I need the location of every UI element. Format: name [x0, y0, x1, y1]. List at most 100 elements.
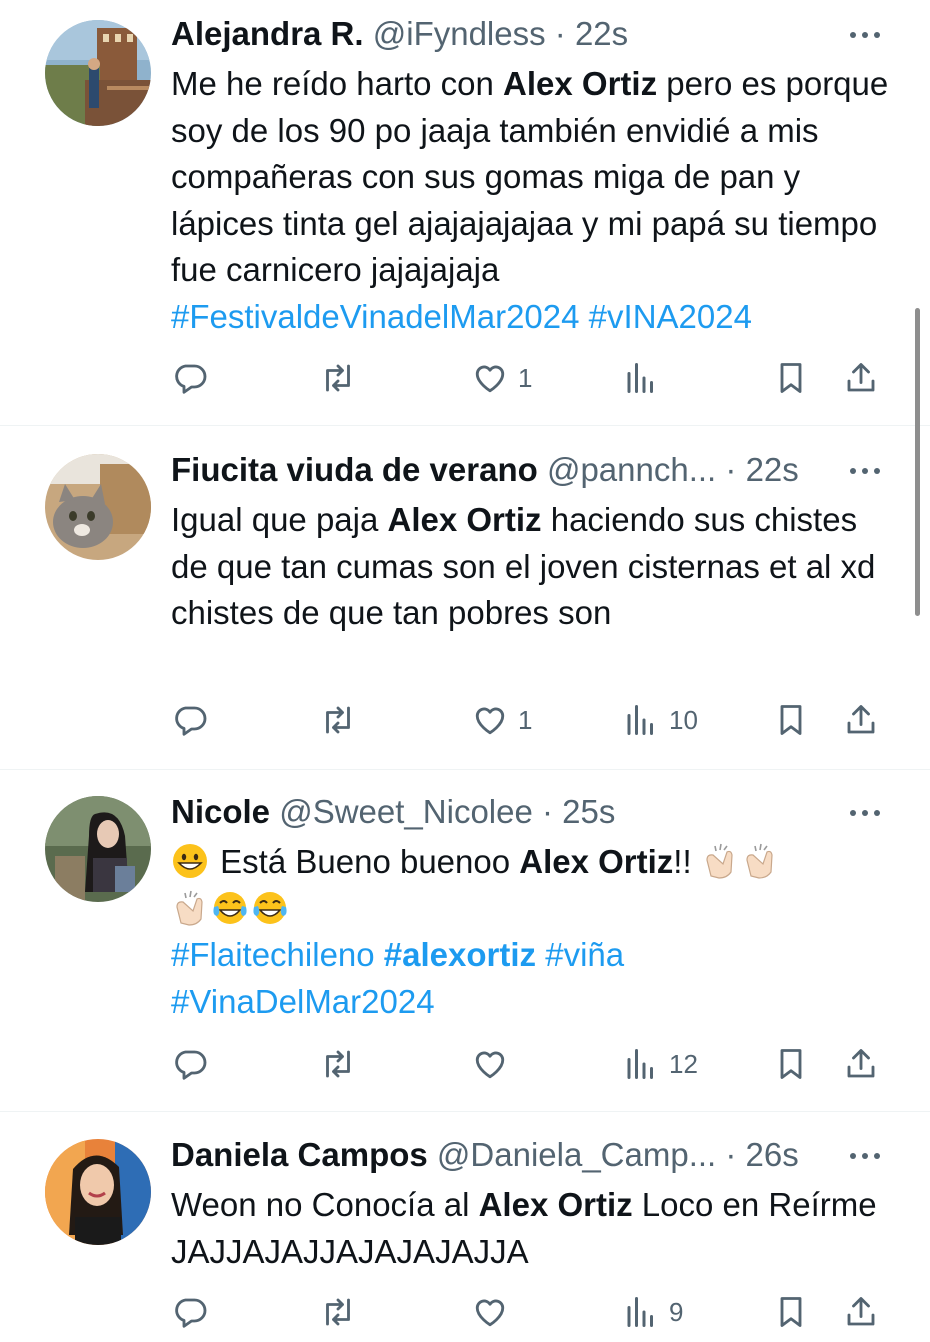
share-button[interactable]	[843, 1042, 879, 1086]
views-button[interactable]	[623, 356, 669, 400]
view-count: 10	[669, 704, 698, 735]
more-button[interactable]	[848, 798, 882, 828]
avatar[interactable]	[45, 454, 151, 560]
reply-button[interactable]	[172, 1290, 208, 1334]
author-name[interactable]: Alejandra R.	[171, 15, 364, 52]
reply-button[interactable]	[172, 698, 208, 742]
bookmark-button[interactable]	[773, 356, 809, 400]
views-button[interactable]: 10	[623, 698, 698, 742]
hashtag[interactable]: #VinaDelMar2024	[171, 983, 435, 1020]
text-segment: Está Bueno buenoo	[211, 843, 520, 880]
clapping-hands-emoji	[171, 889, 209, 927]
timestamp[interactable]: 25s	[562, 793, 615, 830]
retweet-icon	[326, 1298, 350, 1326]
action-bar: 1	[0, 356, 930, 400]
tweet-4[interactable]: Daniela Campos @Daniela_Camp... · 26s We…	[0, 1112, 930, 1342]
clapping-hands-emoji	[701, 842, 739, 880]
bookmark-icon	[780, 705, 802, 735]
share-icon	[847, 1049, 875, 1078]
more-button[interactable]	[848, 20, 882, 50]
author-name[interactable]: Nicole	[171, 793, 270, 830]
retweet-button[interactable]	[320, 1042, 356, 1086]
author-handle[interactable]: @pannch...	[547, 451, 716, 488]
reply-icon	[175, 1298, 207, 1328]
more-icon	[850, 1153, 880, 1159]
views-icon	[627, 1049, 653, 1079]
avatar[interactable]	[45, 20, 151, 126]
mention-bold: Alex Ortiz	[519, 843, 674, 880]
author-handle[interactable]: @Sweet_Nicolee	[279, 793, 533, 830]
hashtag[interactable]: #viña	[545, 936, 624, 973]
scrollbar[interactable]	[915, 308, 920, 616]
tweet-text: Está Bueno buenoo Alex Ortiz!! #Flaitech…	[171, 839, 891, 1025]
bookmark-button[interactable]	[773, 1290, 809, 1334]
tears-of-joy-emoji	[251, 889, 289, 927]
retweet-button[interactable]	[320, 1290, 356, 1334]
bookmark-button[interactable]	[773, 1042, 809, 1086]
timestamp[interactable]: 26s	[746, 1136, 799, 1173]
more-icon	[850, 468, 880, 474]
action-bar: 12	[0, 1042, 930, 1086]
view-count: 9	[669, 1296, 684, 1327]
author-handle[interactable]: @Daniela_Camp...	[437, 1136, 716, 1173]
separator: ·	[716, 451, 746, 488]
tweet-text: Weon no Conocía al Alex Ortiz Loco en Re…	[171, 1182, 891, 1275]
share-icon	[847, 1297, 875, 1326]
text-segment: Me he reído harto con	[171, 65, 504, 102]
share-button[interactable]	[843, 1290, 879, 1334]
like-count: 1	[518, 704, 533, 735]
bookmark-button[interactable]	[773, 698, 809, 742]
reply-button[interactable]	[172, 356, 208, 400]
author-handle[interactable]: @iFyndless	[373, 15, 546, 52]
views-icon	[627, 1297, 653, 1327]
hashtag[interactable]: #FestivaldeVinadelMar2024	[171, 298, 580, 335]
heart-icon	[475, 1051, 505, 1079]
reply-icon	[175, 1050, 207, 1080]
tweet-header: Alejandra R. @iFyndless · 22s	[171, 14, 628, 54]
bookmark-icon	[780, 1049, 802, 1079]
retweet-button[interactable]	[320, 356, 356, 400]
separator: ·	[532, 793, 563, 830]
mention-bold: Alex Ortiz	[478, 1186, 633, 1223]
avatar[interactable]	[45, 1139, 151, 1245]
hashtag[interactable]: #Flaitechileno	[171, 936, 375, 973]
text-segment: !!	[673, 843, 701, 880]
author-name[interactable]: Daniela Campos	[171, 1136, 428, 1173]
tweet-header: Daniela Campos @Daniela_Camp... · 26s	[171, 1135, 799, 1175]
tweet-text: Me he reído harto con Alex Ortiz pero es…	[171, 61, 891, 340]
avatar[interactable]	[45, 796, 151, 902]
share-button[interactable]	[843, 698, 879, 742]
retweet-button[interactable]	[320, 698, 356, 742]
more-button[interactable]	[848, 456, 882, 486]
text-segment: Weon no Conocía al	[171, 1186, 479, 1223]
more-button[interactable]	[848, 1141, 882, 1171]
share-icon	[847, 705, 875, 734]
hashtag[interactable]: #vINA2024	[589, 298, 752, 335]
share-button[interactable]	[843, 356, 879, 400]
like-button[interactable]: 1	[472, 356, 532, 400]
views-button[interactable]: 12	[623, 1042, 698, 1086]
action-bar: 1 10	[0, 698, 930, 742]
tweet-3[interactable]: Nicole @Sweet_Nicolee · 25s Está Bueno b…	[0, 770, 930, 1111]
views-icon	[627, 705, 653, 735]
tweet-2[interactable]: Fiucita viuda de verano @pannch... · 22s…	[0, 426, 930, 768]
grinning-face-emoji	[171, 842, 209, 880]
more-icon	[850, 810, 880, 816]
separator: ·	[716, 1136, 746, 1173]
tweet-header: Nicole @Sweet_Nicolee · 25s	[171, 792, 615, 832]
like-button[interactable]: 1	[472, 698, 532, 742]
like-count: 1	[518, 362, 533, 393]
timestamp[interactable]: 22s	[575, 15, 628, 52]
tweet-1[interactable]: Alejandra R. @iFyndless · 22s Me he reíd…	[0, 0, 930, 425]
views-button[interactable]: 9	[623, 1290, 683, 1334]
reply-button[interactable]	[172, 1042, 208, 1086]
hashtag[interactable]: #alexortiz	[384, 936, 536, 973]
heart-icon	[475, 365, 505, 393]
like-button[interactable]	[472, 1290, 518, 1334]
mention-bold: Alex Ortiz	[387, 501, 542, 538]
author-name[interactable]: Fiucita viuda de verano	[171, 451, 538, 488]
bookmark-icon	[780, 1297, 802, 1327]
timestamp[interactable]: 22s	[746, 451, 799, 488]
like-button[interactable]	[472, 1042, 518, 1086]
clapping-hands-emoji	[741, 842, 779, 880]
